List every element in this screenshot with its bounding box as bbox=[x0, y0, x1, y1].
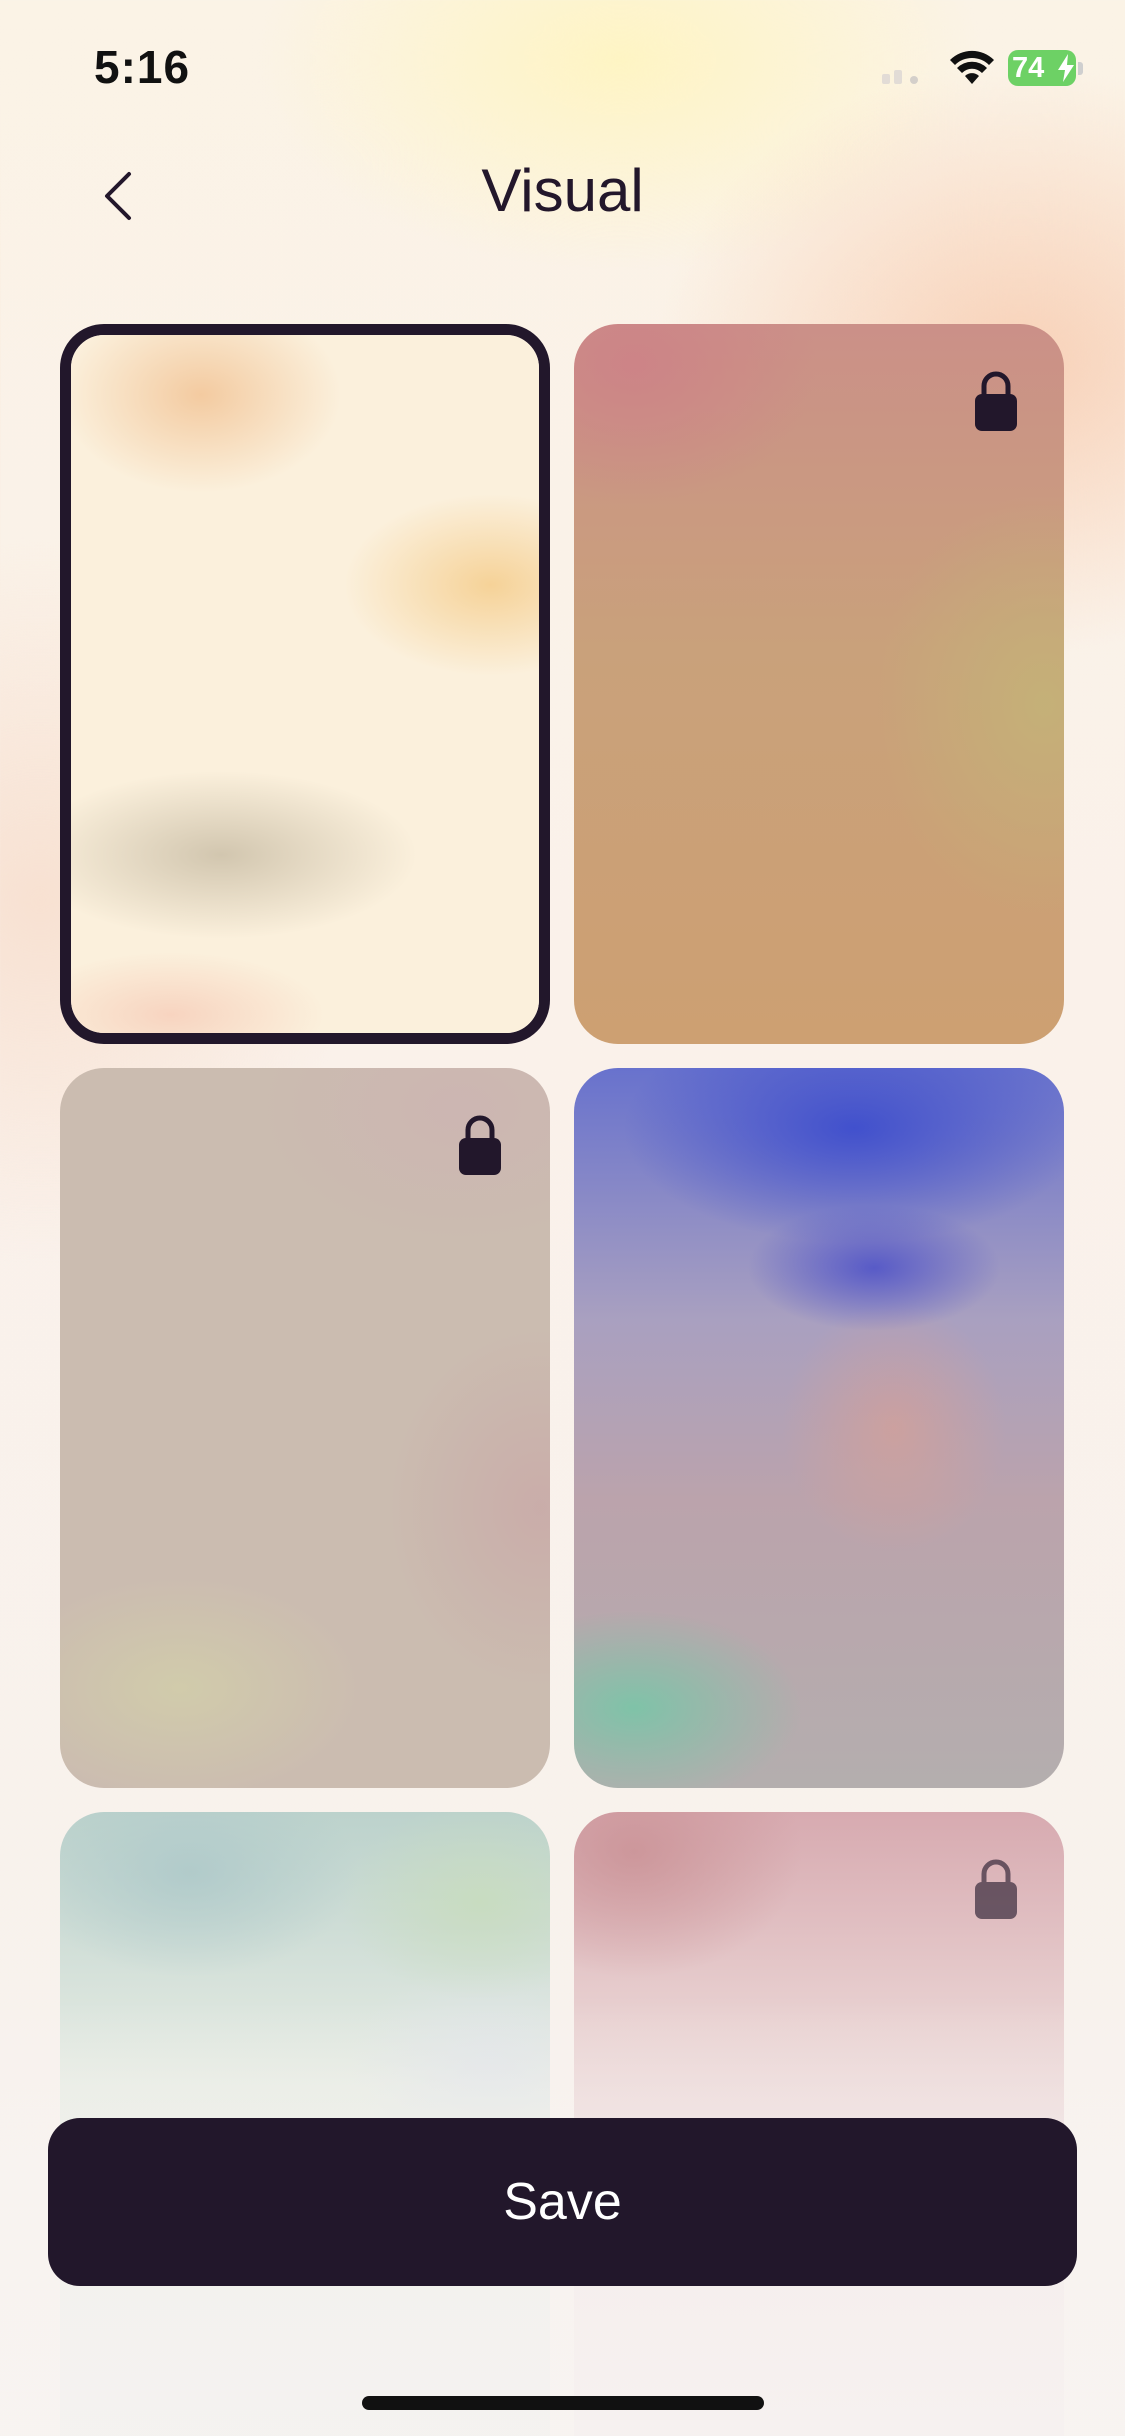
save-button[interactable]: Save bbox=[48, 2118, 1077, 2286]
visual-card-1[interactable] bbox=[60, 324, 550, 1044]
visual-card-2[interactable] bbox=[574, 324, 1064, 1044]
lock-icon bbox=[974, 1858, 1018, 1920]
visual-card-4[interactable] bbox=[574, 1068, 1064, 1788]
visual-preview-1 bbox=[71, 335, 539, 1033]
visual-card-3[interactable] bbox=[60, 1068, 550, 1788]
lock-icon bbox=[974, 370, 1018, 432]
home-indicator[interactable] bbox=[362, 2396, 764, 2410]
lock-icon bbox=[458, 1114, 502, 1176]
